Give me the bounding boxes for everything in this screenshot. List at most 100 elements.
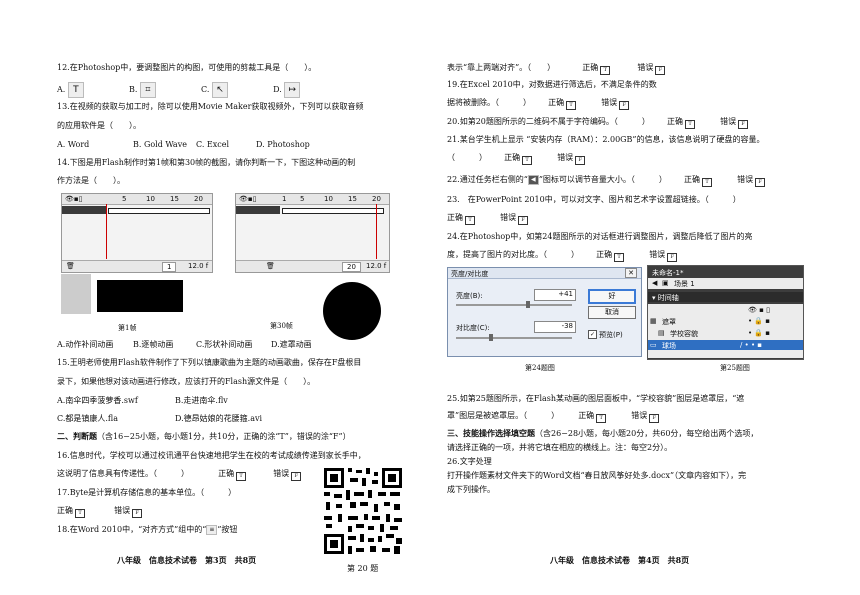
dialog-titlebar: 亮度/对比度 ✕ bbox=[448, 268, 641, 279]
frame30-caption: 第30帧 bbox=[270, 322, 293, 330]
tween-span bbox=[282, 208, 384, 214]
wrong-label: 错误 bbox=[557, 153, 574, 162]
wrong-label: 错误 bbox=[601, 98, 618, 107]
masked-layer-icon: ▤ bbox=[658, 329, 665, 337]
answer-box-t[interactable]: T bbox=[614, 253, 625, 262]
answer-box-t[interactable]: T bbox=[685, 120, 695, 129]
flash-frame30-timeline: 👁▪▯ 1 5 10 15 20 🗑 20 12.0 f bbox=[235, 193, 390, 273]
contrast-input[interactable]: -38 bbox=[534, 321, 576, 333]
layer-row-selected[interactable]: ▭ 球场 / • • ▪ bbox=[648, 340, 803, 350]
answer-box-t[interactable]: T bbox=[600, 66, 611, 75]
q16-line2: 这说明了信息具有传递性。（ ） 正确 T 错误 F bbox=[57, 468, 303, 481]
q12-text: 12.在Photoshop中，要调整图片的构图，可使用的剪裁工具是（ ）。 bbox=[57, 63, 317, 72]
q25-text-line2: 罩”图层是被遮罩层。（ ） bbox=[447, 411, 560, 420]
ok-button[interactable]: 好 bbox=[588, 289, 636, 304]
q14-option-a: A.动作补间动画 bbox=[57, 340, 114, 349]
q17-answer: 正确 T 错误 F bbox=[57, 505, 144, 518]
layer-row[interactable]: ▦ 遮罩 • 🔒 ▪ bbox=[648, 316, 803, 326]
q25-line2: 罩”图层是被遮罩层。（ ） 正确 T 错误 F bbox=[447, 410, 661, 423]
answer-box-f[interactable]: F bbox=[667, 253, 678, 262]
answer-box-t[interactable]: T bbox=[596, 414, 607, 423]
q21-text-line1: 21.某台学生机上显示 “安装内存（RAM）：2.00GB”的信息，该信息说明了… bbox=[447, 135, 765, 144]
right-label: 正确 bbox=[548, 98, 565, 107]
q14-text-line1: 14.下图是用Flash制作时第1帧和第30帧的截图，请你判断一下，下图这种动画… bbox=[57, 158, 356, 167]
ruler-tick: 10 bbox=[324, 195, 333, 203]
ruler-tick: 1 bbox=[282, 195, 287, 203]
right-label: 正确 bbox=[582, 63, 599, 72]
layer-list: 👁 ▪ ▯ ▦ 遮罩 • 🔒 ▪ ▤ 学校容貌 • 🔒 ▪ ▭ 球场 / • •… bbox=[648, 304, 803, 358]
q20-line: 20.如第20题图所示的二维码不属于字符编码。（ ） 正确 T 错误 F bbox=[447, 116, 750, 129]
answer-box-t[interactable]: T bbox=[236, 472, 247, 481]
trash-icon: 🗑 bbox=[66, 262, 75, 270]
eye-lock-icons: 👁 ▪ ▯ bbox=[748, 306, 770, 314]
q26-text-line2: 成下列操作。 bbox=[447, 485, 495, 494]
answer-box-f[interactable]: F bbox=[755, 178, 766, 187]
playhead bbox=[376, 204, 377, 259]
q15-option-c: C.都是镇康人.fla bbox=[57, 414, 119, 423]
selection-tool-icon: ↖ bbox=[211, 82, 228, 98]
frame1-caption: 第1帧 bbox=[118, 324, 137, 332]
answer-box-f[interactable]: F bbox=[619, 101, 630, 110]
q19-text-line2: 据将被删除。（ ） bbox=[447, 98, 531, 107]
answer-box-t[interactable]: T bbox=[465, 216, 475, 225]
answer-box-f[interactable]: F bbox=[518, 216, 529, 225]
q24-text-line2: 度，提高了图片的对比度。（ ） bbox=[447, 250, 579, 259]
brightness-slider-thumb[interactable] bbox=[525, 301, 530, 308]
preview-checkbox[interactable]: ✓ bbox=[588, 330, 597, 339]
cancel-button[interactable]: 取消 bbox=[588, 306, 636, 319]
layer-name: 球场 bbox=[662, 342, 676, 350]
brightness-slider-track[interactable] bbox=[456, 304, 572, 306]
back-arrow-icon[interactable]: ◀ bbox=[652, 279, 657, 287]
answer-box-f[interactable]: F bbox=[132, 509, 143, 518]
frame-rate: 12.0 f bbox=[188, 262, 209, 270]
contrast-slider-track[interactable] bbox=[456, 337, 572, 339]
document-tab[interactable]: 未命名-1* bbox=[652, 268, 683, 278]
ruler-tick: 5 bbox=[122, 195, 127, 203]
answer-box-t[interactable]: T bbox=[75, 509, 85, 518]
q16-text-line2: 这说明了信息具有传递性。（ ） bbox=[57, 469, 189, 478]
layer-row-selected bbox=[62, 206, 106, 214]
frame-number: 20 bbox=[342, 262, 361, 272]
qr-code-image bbox=[322, 466, 404, 556]
q22-text: 22.通过任务栏右侧的“ bbox=[447, 175, 528, 184]
q18-tail: ”按钮 bbox=[217, 525, 238, 534]
right-label: 正确 bbox=[218, 469, 235, 478]
answer-box-f[interactable]: F bbox=[655, 66, 666, 75]
flash-layers-panel: 未命名-1* ◀ ▣ 场景 1 ▾ 时间轴 👁 ▪ ▯ ▦ 遮罩 • 🔒 ▪ ▤… bbox=[647, 265, 804, 360]
black-rectangle-shape bbox=[97, 280, 183, 312]
contrast-slider-thumb[interactable] bbox=[488, 334, 493, 341]
answer-box-t[interactable]: T bbox=[566, 101, 577, 110]
answer-box-t[interactable]: T bbox=[522, 156, 533, 165]
q22-tail: ”图标可以调节音量大小。（ ） bbox=[538, 175, 667, 184]
layer-icon: ▭ bbox=[650, 341, 657, 349]
q15-text-line1: 15.王明老师使用Flash软件制作了下列以镇康歌曲为主题的动画歌曲，保存在F盘… bbox=[57, 358, 362, 367]
answer-box-f[interactable]: F bbox=[575, 156, 586, 165]
q18-cont-line: 表示“靠上两端对齐”。（ ） 正确 T 错误 F bbox=[447, 62, 667, 75]
page-footer: 八年级 信息技术试卷 第4页 共8页 bbox=[550, 555, 690, 565]
right-label: 正确 bbox=[684, 175, 700, 184]
crop-tool-icon: ⌗ bbox=[139, 82, 156, 98]
eye-icon: 👁▪▯ bbox=[65, 195, 83, 203]
q13-text-line1: 13.在视频的获取与加工时，除可以使用Movie Maker获取视频外，下列可以… bbox=[57, 102, 364, 111]
brightness-input[interactable]: +41 bbox=[534, 289, 576, 301]
q19-text-line1: 19.在Excel 2010中，对数据进行筛选后，不满足条件的数 bbox=[447, 80, 657, 89]
layer-row[interactable]: ▤ 学校容貌 • 🔒 ▪ bbox=[648, 328, 803, 338]
right-label: 正确 bbox=[596, 250, 613, 259]
contrast-label: 对比度(C): bbox=[456, 324, 490, 332]
q21-line2: （ ） 正确 T 错误 F bbox=[447, 152, 587, 165]
answer-box-f[interactable]: F bbox=[738, 120, 749, 129]
figure25-caption: 第25题图 bbox=[720, 364, 750, 372]
q13-option-c: C. Excel bbox=[196, 140, 230, 149]
answer-box-f[interactable]: F bbox=[291, 472, 302, 481]
q14-option-c: C.形状补间动画 bbox=[196, 340, 253, 349]
timeline-label: ▾ 时间轴 bbox=[652, 294, 679, 302]
answer-box-f[interactable]: F bbox=[649, 414, 660, 423]
scene-label: 场景 1 bbox=[674, 280, 695, 288]
scene-icon: ▣ bbox=[662, 279, 669, 287]
q24-line2: 度，提高了图片的对比度。（ ） 正确 T 错误 F bbox=[447, 249, 679, 262]
close-icon[interactable]: ✕ bbox=[625, 268, 637, 278]
wrong-label: 错误 bbox=[737, 175, 754, 184]
q15-option-a: A.南伞四季菠萝香.swf bbox=[57, 396, 138, 405]
answer-box-t[interactable]: T bbox=[702, 178, 712, 187]
black-circle-shape bbox=[323, 282, 381, 340]
